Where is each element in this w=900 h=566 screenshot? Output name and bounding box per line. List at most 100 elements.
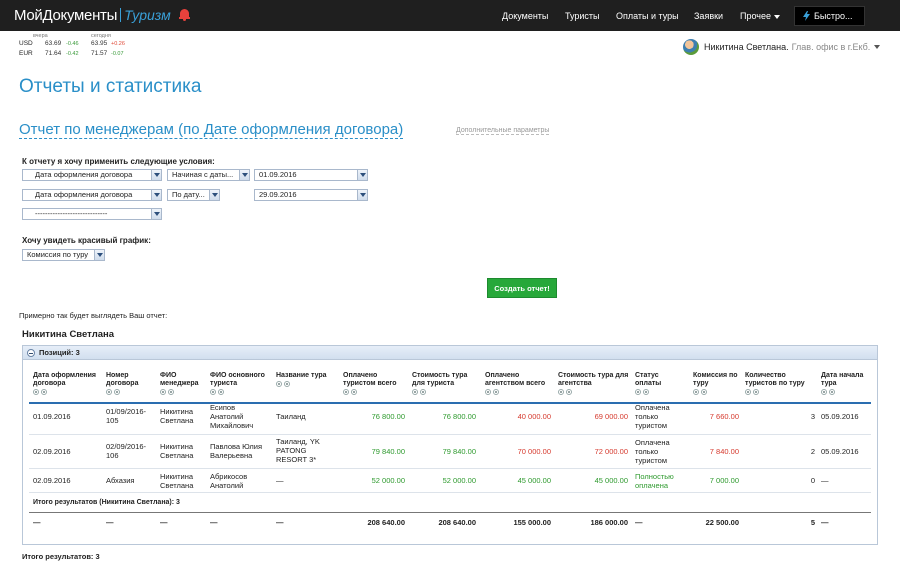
rate-yesterday-change: -0.42 xyxy=(66,51,79,57)
nav-payments-tours[interactable]: Оплаты и туры xyxy=(616,11,679,21)
cell-tour-name: Таиланд, YK PATONG RESORT 3* xyxy=(276,437,320,464)
sort-asc-icon xyxy=(821,389,827,395)
cell-paid-tourist: 76 800.00 xyxy=(371,412,405,421)
sort-desc-icon xyxy=(420,389,426,395)
cell-paid-agency: 40 000.00 xyxy=(517,412,551,421)
cell-cost-tourist: 76 800.00 xyxy=(442,412,476,421)
cell-contract-number: 02/09/2016-106 xyxy=(106,442,147,460)
collapse-icon[interactable] xyxy=(27,349,35,357)
calendar-dropdown-icon xyxy=(357,170,367,180)
chart-label: Хочу увидеть красивый график: xyxy=(22,236,151,245)
total-cost-tourist: 208 640.00 xyxy=(438,518,476,527)
sort-desc-icon xyxy=(41,389,47,395)
user-name: Никитина Светлана. xyxy=(704,42,789,52)
cell-tourists-count: 2 xyxy=(810,447,815,456)
user-office: Глав. офис в г.Екб. xyxy=(791,42,871,52)
cell-paid-agency: 70 000.00 xyxy=(517,447,551,456)
cell-contract-number: Абхазия xyxy=(106,476,135,485)
report-table: Позиций: 3 Дата оформления договора Номе… xyxy=(22,345,878,545)
cell-tour-name: — xyxy=(276,476,284,485)
total-paid-agency: 155 000.00 xyxy=(513,518,551,527)
rate-today: 71.57 xyxy=(91,50,108,57)
nav-more[interactable]: Прочее xyxy=(740,11,780,21)
rate-today-change: -0.07 xyxy=(111,51,124,57)
rate-yesterday: 63.69 xyxy=(45,40,62,47)
sort-desc-icon xyxy=(114,389,120,395)
col-header[interactable]: Дата оформления договора xyxy=(33,372,99,396)
col-header[interactable]: Комиссия по туру xyxy=(693,372,739,396)
row-divider xyxy=(29,468,871,469)
col-header[interactable]: Статус оплаты xyxy=(635,372,679,396)
condition-field-select[interactable]: ----------------------------- xyxy=(22,208,162,220)
sort-asc-icon xyxy=(343,389,349,395)
cell-tour-start: 05.09.2016 xyxy=(821,447,859,456)
rate-yesterday-change: -0.46 xyxy=(66,41,79,47)
total-cell: — xyxy=(210,518,218,527)
col-header[interactable]: Стоимость тура для агентства xyxy=(558,372,630,396)
sort-asc-icon xyxy=(558,389,564,395)
col-header[interactable]: Количество туристов по туру xyxy=(745,372,817,396)
col-header[interactable]: Номер договора xyxy=(106,372,154,396)
col-header[interactable]: Дата начала тура xyxy=(821,372,871,396)
nav-requests[interactable]: Заявки xyxy=(694,11,723,21)
col-header[interactable]: ФИО менеджера xyxy=(160,372,206,396)
preview-label: Примерно так будет выглядеть Ваш отчет: xyxy=(19,311,168,320)
sort-desc-icon xyxy=(168,389,174,395)
cell-tour-start: — xyxy=(821,476,829,485)
nav-tourists[interactable]: Туристы xyxy=(565,11,600,21)
rate-yesterday: 71.64 xyxy=(45,50,62,57)
rate-code: USD xyxy=(19,40,33,47)
positions-group-header[interactable]: Позиций: 3 xyxy=(23,346,877,360)
quick-button[interactable]: Быстро... xyxy=(794,6,865,26)
user-menu[interactable]: Никитина Светлана. Глав. офис в г.Екб. xyxy=(683,39,881,55)
chevron-down-icon xyxy=(773,14,780,19)
report-title-toggle[interactable]: Отчет по менеджерам (по Дате оформления … xyxy=(19,121,404,139)
cell-tourists-count: 0 xyxy=(810,476,815,485)
col-header[interactable]: Оплачено агентством всего xyxy=(485,372,553,396)
cell-cost-tourist: 52 000.00 xyxy=(442,476,476,485)
col-header[interactable]: Название тура xyxy=(276,372,338,388)
top-navbar: МойДокументы Туризм Документы Туристы Оп… xyxy=(0,0,900,31)
rates-header-today: сегодня xyxy=(91,33,111,39)
advanced-params-link[interactable]: Дополнительные параметры xyxy=(456,127,550,135)
row-divider xyxy=(29,434,871,435)
app-logo[interactable]: МойДокументы Туризм xyxy=(14,5,190,25)
condition-value-input[interactable]: 29.09.2016 xyxy=(254,189,368,201)
sort-desc-icon xyxy=(284,381,290,387)
chevron-down-icon xyxy=(874,45,881,49)
condition-field-select[interactable]: Дата оформления договора xyxy=(22,189,162,201)
sort-asc-icon xyxy=(160,389,166,395)
total-cost-agency: 186 000.00 xyxy=(590,518,628,527)
condition-value-input[interactable]: 01.09.2016 xyxy=(254,169,368,181)
sort-asc-icon xyxy=(412,389,418,395)
rate-today-change: +0.26 xyxy=(111,41,125,47)
cell-cost-agency: 72 000.00 xyxy=(594,447,628,456)
cell-tour-name: Таиланд xyxy=(276,412,306,421)
nav-documents[interactable]: Документы xyxy=(502,11,548,21)
condition-operator-select[interactable]: Начиная с даты... xyxy=(167,169,250,181)
bell-icon[interactable] xyxy=(178,9,190,21)
cell-cost-agency: 69 000.00 xyxy=(594,412,628,421)
sort-desc-icon xyxy=(701,389,707,395)
sort-desc-icon xyxy=(829,389,835,395)
col-header[interactable]: ФИО основного туриста xyxy=(210,372,272,396)
condition-operator-select[interactable]: По дату... xyxy=(167,189,220,201)
sort-desc-icon xyxy=(493,389,499,395)
sort-asc-icon xyxy=(745,389,751,395)
total-cell: — xyxy=(106,518,114,527)
chevron-down-icon xyxy=(209,190,219,200)
cell-cost-agency: 45 000.00 xyxy=(594,476,628,485)
sort-asc-icon xyxy=(693,389,699,395)
col-header[interactable]: Стоимость тура для туриста xyxy=(412,372,474,396)
row-divider xyxy=(29,492,871,493)
cell-tourist: Есипов Анатолий Михайлович xyxy=(210,403,254,430)
condition-field-select[interactable]: Дата оформления договора xyxy=(22,169,162,181)
chart-type-select[interactable]: Комиссия по туру xyxy=(22,249,105,261)
rate-today: 63.95 xyxy=(91,40,108,47)
logo-divider xyxy=(120,8,122,22)
page-title: Отчеты и статистика xyxy=(19,76,202,97)
chevron-down-icon xyxy=(151,190,161,200)
create-report-button[interactable]: Создать отчет! xyxy=(487,278,557,298)
cell-commission: 7 660.00 xyxy=(709,412,739,421)
col-header[interactable]: Оплачено туристом всего xyxy=(343,372,405,396)
